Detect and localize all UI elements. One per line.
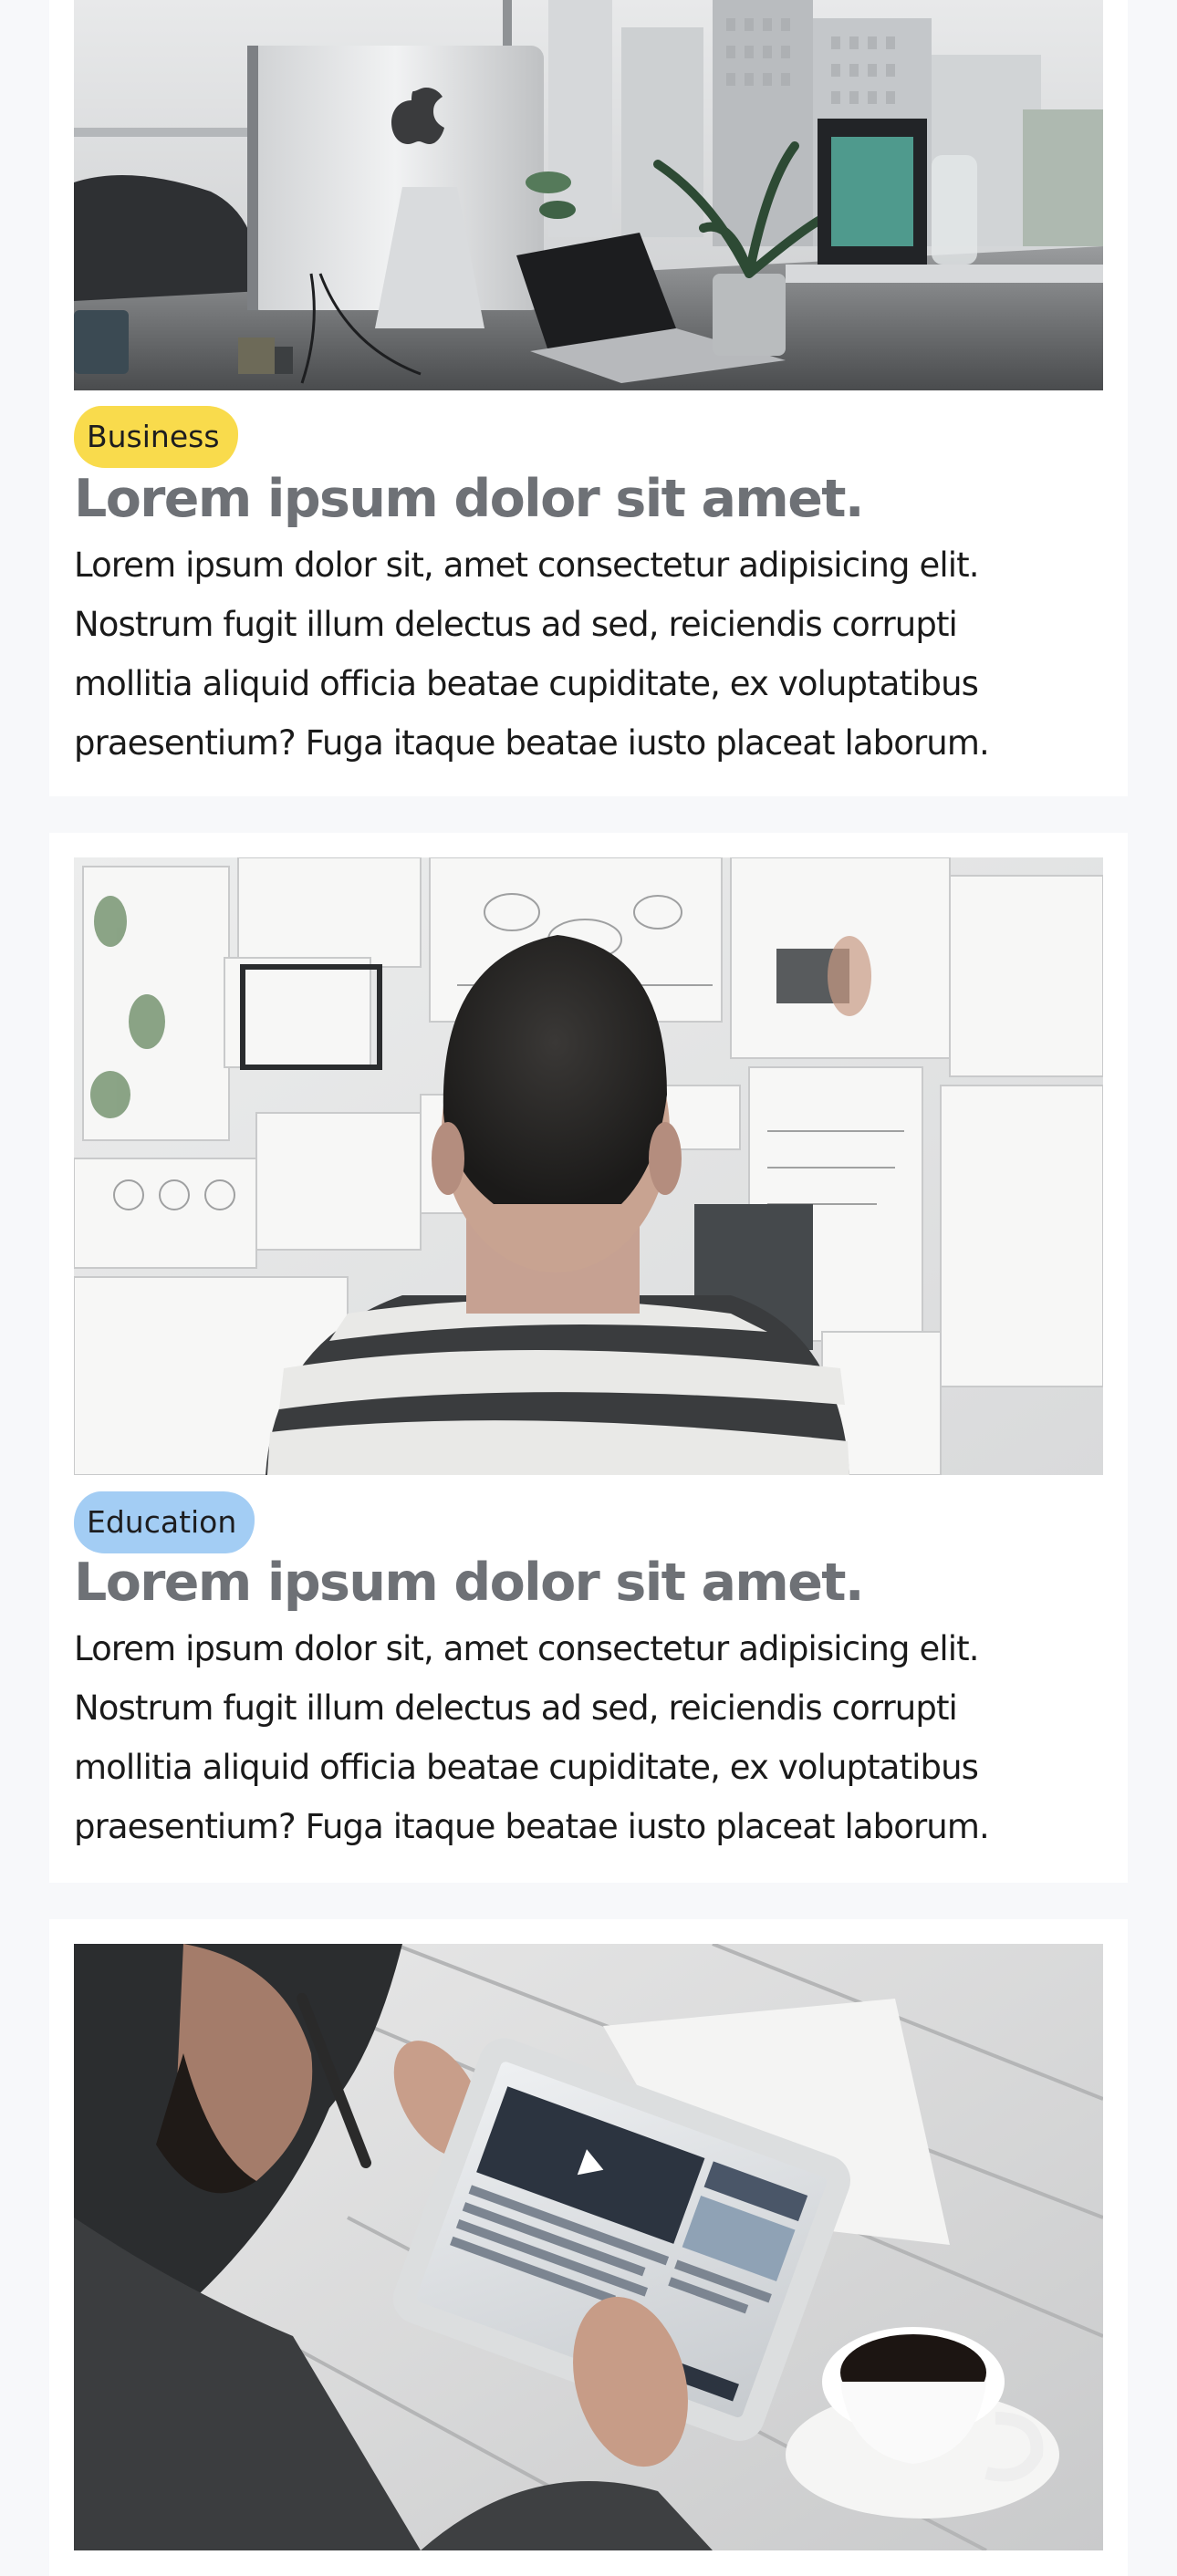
- article-image[interactable]: [74, 857, 1103, 1475]
- category-badge-business[interactable]: Business: [74, 406, 238, 468]
- article-excerpt: Lorem ipsum dolor sit, amet consectetur …: [74, 535, 1114, 773]
- article-feed: Business Lorem ipsum dolor sit amet. Lor…: [0, 0, 1177, 2576]
- excerpt-line: mollitia aliquid officia beatae cupidita…: [74, 1748, 979, 1787]
- category-badge-education[interactable]: Education: [74, 1491, 255, 1553]
- article-excerpt: Lorem ipsum dolor sit, amet consectetur …: [74, 1619, 1114, 1856]
- excerpt-line: Lorem ipsum dolor sit, amet consectetur …: [74, 545, 980, 585]
- excerpt-line: praesentium? Fuga itaque beatae iusto pl…: [74, 1807, 990, 1846]
- excerpt-line: mollitia aliquid officia beatae cupidita…: [74, 664, 979, 703]
- article-card[interactable]: Business Lorem ipsum dolor sit amet. Lor…: [49, 0, 1128, 796]
- article-card[interactable]: [49, 1919, 1128, 2576]
- excerpt-line: Lorem ipsum dolor sit, amet consectetur …: [74, 1629, 980, 1668]
- article-title[interactable]: Lorem ipsum dolor sit amet.: [74, 467, 865, 531]
- article-title[interactable]: Lorem ipsum dolor sit amet.: [74, 1551, 865, 1615]
- excerpt-line: Nostrum fugit illum delectus ad sed, rei…: [74, 605, 958, 644]
- article-image[interactable]: [74, 0, 1103, 390]
- article-image[interactable]: [74, 1944, 1103, 2550]
- article-card[interactable]: Education Lorem ipsum dolor sit amet. Lo…: [49, 833, 1128, 1883]
- excerpt-line: Nostrum fugit illum delectus ad sed, rei…: [74, 1688, 958, 1728]
- excerpt-line: praesentium? Fuga itaque beatae iusto pl…: [74, 723, 990, 763]
